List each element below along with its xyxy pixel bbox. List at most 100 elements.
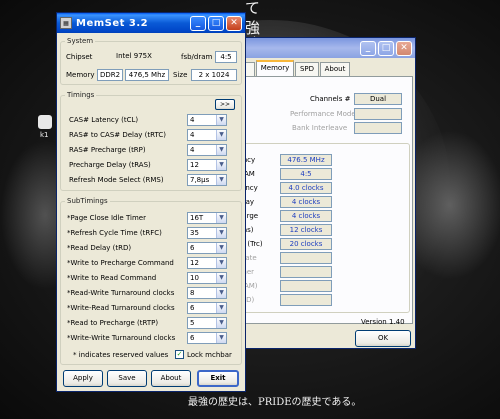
subtimings-legend: SubTimings: [67, 197, 108, 205]
subtiming-label: *Page Close Idle Timer: [67, 214, 146, 222]
info-row-value: 4.0 clocks: [280, 182, 332, 194]
info-row-value: 4 clocks: [280, 196, 332, 208]
lock-mchbar-label: Lock mchbar: [187, 351, 232, 359]
timing-label: RAS# Precharge (tRP): [69, 146, 146, 154]
bottom-slogan: 最強の歴史は、PRIDEの歴史である。: [188, 397, 362, 408]
save-button[interactable]: Save: [107, 370, 147, 387]
chevron-down-icon: ▼: [216, 243, 226, 253]
subtiming-label: *Read-Write Turnaround clocks: [67, 289, 175, 297]
fsb-dram-value: 4:5: [215, 51, 237, 63]
subtiming-label: *Write-Read Turnaround clocks: [67, 304, 175, 312]
chipset-value: Intel 975X: [116, 52, 152, 60]
subtiming-select[interactable]: 6 ▼: [187, 242, 227, 254]
size-value: 2 x 1024: [191, 69, 237, 81]
desktop-icon-label: k1: [40, 131, 49, 139]
maximize-button[interactable]: □: [378, 40, 394, 56]
minimize-button[interactable]: _: [190, 15, 206, 31]
chip-icon: ▦: [60, 17, 72, 29]
timing-select[interactable]: 4 ▼: [187, 144, 227, 156]
chevron-down-icon: ▼: [216, 115, 226, 125]
timing-select[interactable]: 12 ▼: [187, 159, 227, 171]
chevron-down-icon: ▼: [216, 130, 226, 140]
window-title: MemSet 3.2: [76, 17, 149, 29]
version-label: Version 1.40: [361, 318, 405, 326]
fsb-dram-label: fsb/dram: [181, 53, 213, 61]
timing-label: Refresh Mode Select (RMS): [69, 176, 164, 184]
expand-button[interactable]: >>: [215, 99, 235, 110]
chevron-down-icon: ▼: [216, 318, 226, 328]
tab-about[interactable]: About: [320, 62, 350, 76]
chevron-down-icon: ▼: [216, 288, 226, 298]
subtiming-select[interactable]: 16T ▼: [187, 212, 227, 224]
subtiming-select[interactable]: 35 ▼: [187, 227, 227, 239]
timing-select[interactable]: 4 ▼: [187, 114, 227, 126]
subtiming-label: *Read to Precharge (tRTP): [67, 319, 159, 327]
performance-mode-label: Performance Mode: [290, 110, 356, 118]
timing-label: RAS# to CAS# Delay (tRTC): [69, 131, 166, 139]
timing-label: Precharge Delay (tRAS): [69, 161, 151, 169]
info-window: _ □ ✕ rd Memory SPD About Channels # Dua…: [228, 37, 416, 349]
subtiming-select[interactable]: 6 ▼: [187, 302, 227, 314]
close-button[interactable]: ✕: [226, 15, 242, 31]
ok-button[interactable]: OK: [355, 330, 411, 347]
exit-button[interactable]: Exit: [197, 370, 239, 387]
chevron-down-icon: ▼: [216, 333, 226, 343]
performance-mode-value: [354, 108, 402, 120]
timings-legend: Timings: [67, 91, 95, 99]
subtiming-select[interactable]: 5 ▼: [187, 317, 227, 329]
channels-value: Dual: [354, 93, 402, 105]
memory-type: DDR2: [97, 69, 123, 81]
timing-select[interactable]: 7,8µs ▼: [187, 174, 227, 186]
subtiming-label: *Read Delay (tRD): [67, 244, 132, 252]
info-row-value: 20 clocks: [280, 238, 332, 250]
subtiming-select[interactable]: 6 ▼: [187, 332, 227, 344]
info-row-value: 4 clocks: [280, 210, 332, 222]
chevron-down-icon: ▼: [216, 145, 226, 155]
channels-label: Channels #: [310, 95, 351, 103]
memory-speed: 476,5 Mhz: [125, 69, 169, 81]
info-row-value: [280, 252, 332, 264]
chevron-down-icon: ▼: [216, 160, 226, 170]
apply-button[interactable]: Apply: [63, 370, 103, 387]
subtiming-select[interactable]: 12 ▼: [187, 257, 227, 269]
lock-mchbar-checkbox[interactable]: ✓: [175, 350, 184, 359]
info-row-value: 12 clocks: [280, 224, 332, 236]
info-row-value: 476.5 MHz: [280, 154, 332, 166]
subtiming-label: *Write-Write Turnaround clocks: [67, 334, 176, 342]
tab-spd[interactable]: SPD: [295, 62, 319, 76]
info-window-titlebar[interactable]: _ □ ✕: [229, 38, 415, 58]
maximize-button[interactable]: □: [208, 15, 224, 31]
chevron-down-icon: ▼: [216, 258, 226, 268]
chevron-down-icon: ▼: [216, 175, 226, 185]
memset-window: ▦ MemSet 3.2 _ □ ✕ System Chipset Intel …: [56, 12, 246, 392]
memory-label: Memory: [66, 71, 95, 79]
chipset-label: Chipset: [66, 53, 93, 61]
memory-tab-panel: Channels # Dual es Performance Mode Bank…: [229, 76, 413, 324]
timing-select[interactable]: 4 ▼: [187, 129, 227, 141]
subtiming-select[interactable]: 8 ▼: [187, 287, 227, 299]
subtiming-label: *Write to Precharge Command: [67, 259, 174, 267]
chevron-down-icon: ▼: [216, 228, 226, 238]
chevron-down-icon: ▼: [216, 303, 226, 313]
chevron-down-icon: ▼: [216, 273, 226, 283]
memset-titlebar[interactable]: ▦ MemSet 3.2 _ □ ✕: [57, 13, 245, 33]
bank-interleave-value: [354, 122, 402, 134]
subtiming-select[interactable]: 10 ▼: [187, 272, 227, 284]
info-row-value: [280, 280, 332, 292]
system-legend: System: [67, 37, 94, 45]
tab-memory[interactable]: Memory: [256, 60, 294, 77]
about-button[interactable]: About: [151, 370, 191, 387]
close-button[interactable]: ✕: [396, 40, 412, 56]
reserved-note: * indicates reserved values: [73, 351, 169, 359]
minimize-button[interactable]: _: [360, 40, 376, 56]
desktop-icon[interactable]: [38, 115, 52, 129]
size-label: Size: [173, 71, 188, 79]
info-row-value: [280, 266, 332, 278]
info-row-value: 4:5: [280, 168, 332, 180]
info-row-value: [280, 294, 332, 306]
timing-label: CAS# Latency (tCL): [69, 116, 139, 124]
chevron-down-icon: ▼: [216, 213, 226, 223]
bank-interleave-label: Bank Interleave: [292, 124, 348, 132]
subtiming-label: *Write to Read Command: [67, 274, 157, 282]
subtiming-label: *Refresh Cycle Time (tRFC): [67, 229, 162, 237]
